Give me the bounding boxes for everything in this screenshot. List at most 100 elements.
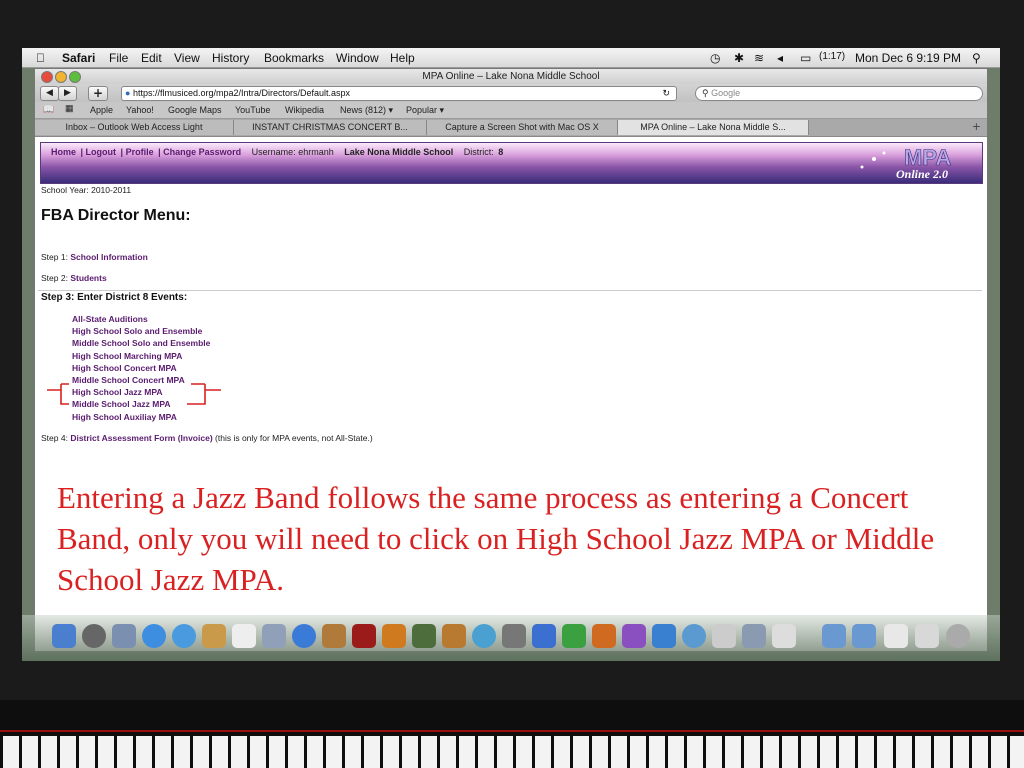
address-bar[interactable]: ● https://flmusiced.org/mpa2/Intra/Direc… xyxy=(121,86,677,101)
forward-button[interactable]: ▶ xyxy=(58,86,77,101)
iweb-icon[interactable] xyxy=(412,624,436,648)
time-machine-icon[interactable]: ◷ xyxy=(710,51,720,65)
nav-logout-link[interactable]: Logout xyxy=(86,147,117,157)
district-value: 8 xyxy=(498,147,504,157)
event-link-ms-solo[interactable]: Middle School Solo and Ensemble xyxy=(72,337,210,349)
apple-menu-icon[interactable]:  xyxy=(36,51,45,65)
file-icon[interactable] xyxy=(884,624,908,648)
ical-icon[interactable] xyxy=(232,624,256,648)
menu-window[interactable]: Window xyxy=(336,51,379,65)
district-label: District: xyxy=(463,147,494,157)
piano-white-key xyxy=(915,736,931,768)
applications-folder-icon[interactable] xyxy=(822,624,846,648)
grid-icon[interactable]: ▦ xyxy=(65,103,74,114)
network-icon[interactable] xyxy=(682,624,706,648)
menu-view[interactable]: View xyxy=(174,51,200,65)
mail-icon[interactable] xyxy=(112,624,136,648)
window-stack-icon[interactable] xyxy=(915,624,939,648)
time-machine-dock-icon[interactable] xyxy=(472,624,496,648)
entourage-icon[interactable] xyxy=(622,624,646,648)
app-icon[interactable] xyxy=(772,624,796,648)
search-icon: ⚲ xyxy=(702,88,709,98)
menu-bookmarks[interactable]: Bookmarks xyxy=(264,51,324,65)
powerpoint-icon[interactable] xyxy=(592,624,616,648)
close-button[interactable] xyxy=(41,71,53,83)
event-link-hs-auxiliary[interactable]: High School Auxiliay MPA xyxy=(72,411,210,423)
menubar-clock[interactable]: Mon Dec 6 9:19 PM xyxy=(855,51,961,65)
bookmark-apple[interactable]: Apple xyxy=(90,105,113,115)
nav-profile-link[interactable]: Profile xyxy=(126,147,154,157)
documents-folder-icon[interactable] xyxy=(852,624,876,648)
battery-icon[interactable]: ▭ xyxy=(800,51,811,65)
bookmark-wikipedia[interactable]: Wikipedia xyxy=(285,105,324,115)
event-link-hs-concert[interactable]: High School Concert MPA xyxy=(72,362,210,374)
iphoto-icon[interactable] xyxy=(322,624,346,648)
trash-icon[interactable] xyxy=(946,624,970,648)
district-assessment-form-link[interactable]: District Assessment Form (Invoice) xyxy=(70,433,212,443)
imovie-icon[interactable] xyxy=(352,624,376,648)
address-book-icon[interactable] xyxy=(202,624,226,648)
wifi-icon[interactable]: ≋ xyxy=(754,51,764,65)
bookmark-news[interactable]: News (812) ▾ xyxy=(340,105,393,116)
piano-white-key xyxy=(250,736,266,768)
piano-white-key xyxy=(592,736,608,768)
event-link-all-state[interactable]: All-State Auditions xyxy=(72,313,210,325)
search-field[interactable]: ⚲ Google xyxy=(695,86,983,101)
back-button[interactable]: ◀ xyxy=(40,86,59,101)
event-link-hs-marching[interactable]: High School Marching MPA xyxy=(72,350,210,362)
school-information-link[interactable]: School Information xyxy=(70,252,147,262)
tab-christmas-concert[interactable]: INSTANT CHRISTMAS CONCERT B... xyxy=(234,120,427,135)
reload-icon[interactable]: ↻ xyxy=(662,87,670,100)
menu-help[interactable]: Help xyxy=(390,51,415,65)
dashboard-icon[interactable] xyxy=(82,624,106,648)
nav-home-link[interactable]: Home xyxy=(51,147,76,157)
bookmark-google-maps[interactable]: Google Maps xyxy=(168,105,222,115)
menu-edit[interactable]: Edit xyxy=(141,51,162,65)
excel-icon[interactable] xyxy=(562,624,586,648)
bookmark-youtube[interactable]: YouTube xyxy=(235,105,270,115)
add-bookmark-button[interactable]: + xyxy=(88,86,108,101)
step1-row: Step 1: School Information xyxy=(41,252,148,262)
reading-list-icon[interactable]: 📖 xyxy=(43,104,54,115)
piano-white-key xyxy=(516,736,532,768)
finder-icon[interactable] xyxy=(52,624,76,648)
zoom-button[interactable] xyxy=(69,71,81,83)
menu-app-name[interactable]: Safari xyxy=(62,51,95,65)
piano-white-key xyxy=(801,736,817,768)
volume-icon[interactable]: ◂ xyxy=(777,51,783,65)
nav-change-password-link[interactable]: Change Password xyxy=(163,147,241,157)
piano-white-key xyxy=(193,736,209,768)
safari-icon[interactable] xyxy=(142,624,166,648)
tab-screen-shot[interactable]: Capture a Screen Shot with Mac OS X xyxy=(427,120,618,135)
messenger-icon[interactable] xyxy=(652,624,676,648)
spotlight-icon[interactable]: ⚲ xyxy=(972,51,981,65)
tab-mpa-online[interactable]: MPA Online – Lake Nona Middle S... xyxy=(618,120,809,135)
document-icon[interactable] xyxy=(712,624,736,648)
garageband-icon[interactable] xyxy=(442,624,466,648)
new-tab-button[interactable]: + xyxy=(972,120,981,133)
step4-note: (this is only for MPA events, not All-St… xyxy=(215,433,373,443)
ichat-icon[interactable] xyxy=(172,624,196,648)
minimize-button[interactable] xyxy=(55,71,67,83)
screenshot-icon[interactable] xyxy=(742,624,766,648)
bookmark-popular[interactable]: Popular ▾ xyxy=(406,105,444,116)
menu-file[interactable]: File xyxy=(109,51,128,65)
jazz-highlight-bracket xyxy=(47,383,221,405)
bluetooth-icon[interactable]: ✱ xyxy=(734,51,744,65)
piano-white-key xyxy=(725,736,741,768)
event-link-hs-solo[interactable]: High School Solo and Ensemble xyxy=(72,325,210,337)
itunes-icon[interactable] xyxy=(292,624,316,648)
photo-booth-icon[interactable] xyxy=(382,624,406,648)
students-link[interactable]: Students xyxy=(70,273,106,283)
word-icon[interactable] xyxy=(532,624,556,648)
bookmark-yahoo[interactable]: Yahoo! xyxy=(126,105,154,115)
piano-white-key xyxy=(383,736,399,768)
url-text: https://flmusiced.org/mpa2/Intra/Directo… xyxy=(132,88,351,98)
preview-icon[interactable] xyxy=(262,624,286,648)
piano-white-key xyxy=(744,736,760,768)
system-preferences-icon[interactable] xyxy=(502,624,526,648)
banner-nav: Home | Logout | Profile | Change Passwor… xyxy=(51,147,504,157)
piano-white-key xyxy=(991,736,1007,768)
menu-history[interactable]: History xyxy=(212,51,249,65)
tab-outlook[interactable]: Inbox – Outlook Web Access Light xyxy=(35,120,234,135)
